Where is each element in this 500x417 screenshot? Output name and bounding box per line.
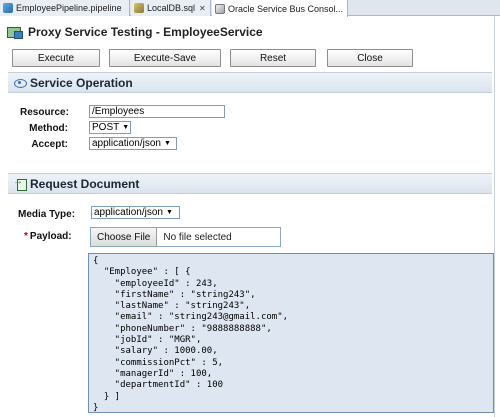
reset-button[interactable]: Reset bbox=[230, 49, 316, 67]
method-value: POST bbox=[92, 122, 120, 133]
tab-label: EmployeePipeline.pipeline bbox=[16, 3, 122, 13]
execute-save-button[interactable]: Execute-Save bbox=[109, 49, 221, 67]
required-marker: * bbox=[24, 231, 28, 242]
pipeline-icon bbox=[3, 3, 13, 13]
database-icon bbox=[134, 3, 144, 13]
editor-tab-bar: EmployeePipeline.pipeline LocalDB.sql ✕ … bbox=[0, 0, 500, 17]
payload-label-text: Payload: bbox=[29, 231, 72, 242]
tab-label: LocalDB.sql bbox=[147, 3, 196, 13]
accept-value: application/json bbox=[92, 138, 161, 149]
resource-input[interactable]: /Employees bbox=[89, 105, 225, 118]
section-title: Service Operation bbox=[30, 75, 133, 90]
proxy-service-icon bbox=[6, 26, 23, 39]
tab-employee-pipeline[interactable]: EmployeePipeline.pipeline bbox=[0, 0, 130, 16]
service-operation-header[interactable]: Service Operation bbox=[8, 72, 492, 93]
chevron-down-icon: ▼ bbox=[122, 124, 130, 131]
media-type-value: application/json bbox=[94, 207, 163, 218]
section-title: Request Document bbox=[30, 176, 140, 191]
close-button[interactable]: Close bbox=[327, 49, 413, 67]
tab-osb-console[interactable]: Oracle Service Bus Consol... bbox=[212, 0, 348, 17]
accept-select[interactable]: application/json ▼ bbox=[89, 137, 177, 150]
file-upload: Choose File No file selected bbox=[90, 227, 281, 247]
page-title-text: Proxy Service Testing - EmployeeService bbox=[28, 25, 263, 39]
chevron-down-icon: ▼ bbox=[163, 140, 171, 147]
page-title: Proxy Service Testing - EmployeeService bbox=[6, 25, 263, 39]
eye-icon bbox=[14, 78, 27, 88]
scrollbar-track bbox=[494, 16, 500, 417]
media-type-select[interactable]: application/json ▼ bbox=[91, 206, 180, 219]
tab-label: Oracle Service Bus Consol... bbox=[228, 3, 344, 14]
console-icon bbox=[215, 3, 225, 14]
media-type-label: Media Type: bbox=[18, 209, 76, 220]
payload-label: * Payload: bbox=[24, 231, 76, 242]
resource-label: Resource: bbox=[20, 107, 69, 118]
chevron-down-icon: ▼ bbox=[165, 209, 173, 216]
tab-localdb-sql[interactable]: LocalDB.sql ✕ bbox=[131, 0, 211, 16]
toolbar: Execute Execute-Save Reset Close bbox=[12, 49, 416, 67]
choose-file-button[interactable]: Choose File bbox=[91, 228, 158, 246]
method-label: Method: bbox=[29, 123, 68, 134]
no-file-text: No file selected bbox=[163, 231, 232, 243]
method-select[interactable]: POST ▼ bbox=[89, 121, 131, 134]
request-document-icon bbox=[13, 176, 27, 191]
close-icon[interactable]: ✕ bbox=[199, 4, 206, 13]
payload-textarea[interactable]: { "Employee" : [ { "employeeId" : 243, "… bbox=[88, 253, 494, 413]
request-document-header[interactable]: Request Document bbox=[8, 173, 492, 194]
accept-label: Accept: bbox=[31, 139, 68, 150]
execute-button[interactable]: Execute bbox=[12, 49, 100, 67]
